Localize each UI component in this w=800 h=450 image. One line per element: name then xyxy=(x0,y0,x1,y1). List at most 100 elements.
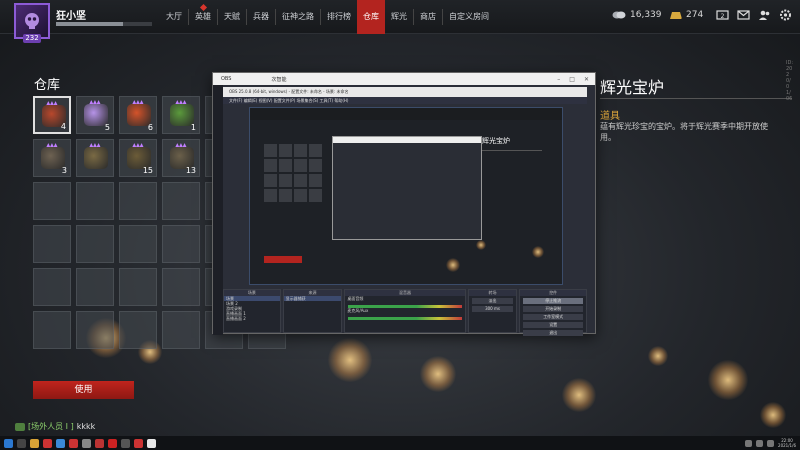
currency-gold: 274 xyxy=(668,10,703,20)
nav-label: 大厅 xyxy=(166,12,182,21)
settings-icon[interactable] xyxy=(779,9,792,21)
transition-select[interactable]: 淡出 xyxy=(471,298,514,304)
gold-amount: 274 xyxy=(686,10,704,20)
controls-dock: 控件 停止推流开始录制工作室模式设置退出 xyxy=(519,289,587,336)
close-icon[interactable]: ✕ xyxy=(584,76,589,83)
chat-speaker[interactable]: [场外人员 I ] xyxy=(28,421,74,432)
inventory-slot-gem[interactable]: ▲▲▲ 15 xyxy=(119,139,157,177)
inventory-slot-hat[interactable]: ▲▲▲ 3 xyxy=(33,139,71,177)
app-icon[interactable] xyxy=(108,438,117,448)
mail-icon[interactable]: 2 xyxy=(716,9,729,21)
inventory-slot-empty[interactable] xyxy=(119,268,157,306)
obs-titlebar[interactable]: OBS 次智能 – □ ✕ xyxy=(213,73,595,85)
bokeh-light xyxy=(446,258,460,272)
nav-label: 商店 xyxy=(420,12,436,21)
start-icon[interactable] xyxy=(4,438,13,448)
inventory-slot-empty[interactable] xyxy=(33,311,71,349)
app-icon[interactable] xyxy=(95,438,104,448)
obs-menu-bar[interactable]: 文件(F) 编辑(E) 视图(V) 配置文件(P) 场景集合(S) 工具(T) … xyxy=(223,97,587,104)
inventory-slot-empty[interactable] xyxy=(119,225,157,263)
item-quantity: 15 xyxy=(142,166,153,175)
inventory-slot-empty[interactable] xyxy=(162,182,200,220)
minimize-icon[interactable]: – xyxy=(557,76,560,83)
inventory-slot-empty[interactable] xyxy=(76,225,114,263)
obs-left-toolbar xyxy=(213,85,223,335)
nav-item-2[interactable]: 天赋 xyxy=(218,0,246,34)
obs-control-button[interactable]: 开始录制 xyxy=(523,306,583,312)
maximize-icon[interactable]: □ xyxy=(569,76,575,83)
nav-item-7[interactable]: 辉光 xyxy=(385,0,413,34)
inventory-slot-puzzle[interactable]: ▲▲▲ xyxy=(76,139,114,177)
bokeh-light xyxy=(760,402,786,428)
nav-item-5[interactable]: 排行榜 xyxy=(321,0,357,34)
app-icon[interactable] xyxy=(82,438,91,448)
obs-control-button[interactable]: 设置 xyxy=(523,322,583,328)
main-nav: 大厅 英雄 天赋 兵器 征神之路 排行榜 仓库 辉光 商店 自定义房间 xyxy=(160,0,495,34)
message-icon[interactable] xyxy=(737,9,750,21)
nav-item-4[interactable]: 征神之路 xyxy=(276,0,320,34)
item-quantity: 4 xyxy=(60,122,66,131)
clock[interactable]: 22:00 2021/1/6 xyxy=(778,438,796,448)
app-icon[interactable] xyxy=(69,438,78,448)
app-icon[interactable] xyxy=(134,438,143,448)
bokeh-light xyxy=(476,240,486,250)
controls-title: 控件 xyxy=(520,290,586,296)
inventory-slot-rabbit[interactable]: ▲▲▲ 5 xyxy=(76,96,114,134)
browser-icon[interactable] xyxy=(56,438,65,448)
nav-item-1[interactable]: 英雄 xyxy=(189,0,217,34)
volume-meter[interactable] xyxy=(348,317,462,320)
obs-control-button[interactable]: 停止推流 xyxy=(523,298,583,304)
scenes-item[interactable]: 直播画面 2 xyxy=(224,316,280,321)
nav-item-6[interactable]: 仓库 xyxy=(357,0,385,34)
clock-date: 2021/1/6 xyxy=(778,443,796,448)
network-icon[interactable] xyxy=(767,439,775,447)
app-icon[interactable] xyxy=(43,438,52,448)
inventory-slot-pot[interactable]: ▲▲▲ 1 xyxy=(162,96,200,134)
duration-field[interactable]: 300 ms xyxy=(471,306,514,312)
top-icon-group: 2 xyxy=(716,9,792,21)
tray-icon[interactable] xyxy=(756,439,764,447)
nested-use-button xyxy=(264,256,302,263)
obs-control-button[interactable]: 工作室模式 xyxy=(523,314,583,320)
item-quantity: 13 xyxy=(185,166,196,175)
nav-label: 辉光 xyxy=(391,12,407,21)
search-icon[interactable] xyxy=(17,438,26,448)
nav-item-8[interactable]: 商店 xyxy=(414,0,442,34)
obs-control-button[interactable]: 退出 xyxy=(523,330,583,336)
inventory-slot-empty[interactable] xyxy=(162,311,200,349)
inventory-slot-empty[interactable] xyxy=(119,182,157,220)
system-tray: 22:00 2021/1/6 xyxy=(745,436,796,450)
inventory-slot-empty[interactable] xyxy=(33,182,71,220)
inventory-slot-empty[interactable] xyxy=(162,268,200,306)
app-icon[interactable] xyxy=(121,438,130,448)
inventory-slot-empty[interactable] xyxy=(33,268,71,306)
inventory-slot-empty[interactable] xyxy=(76,182,114,220)
inventory-slot-torch[interactable]: ▲▲▲ 6 xyxy=(119,96,157,134)
top-bar: 232 狂小坚 大厅 英雄 天赋 兵器 征神之路 排行榜 仓库 辉光 商店 自定义房间 16,33… xyxy=(0,0,800,43)
scenes-dock: 场景 场景 场景 2 游戏录制 直播画面 1 直播画面 2 xyxy=(223,289,281,333)
inventory-slot-map[interactable]: ▲▲▲ 13 xyxy=(162,139,200,177)
inventory-slot-empty[interactable] xyxy=(76,311,114,349)
bokeh-light xyxy=(532,246,544,258)
obs-taskbar-icon[interactable] xyxy=(147,438,156,448)
nav-item-9[interactable]: 自定义房间 xyxy=(443,0,495,34)
sources-item[interactable]: 显示器捕获 xyxy=(283,296,342,301)
friends-icon[interactable] xyxy=(758,9,771,21)
tray-icon[interactable] xyxy=(745,439,753,447)
inventory-slot-empty[interactable] xyxy=(33,225,71,263)
inventory-slot-empty[interactable] xyxy=(119,311,157,349)
xp-bar xyxy=(56,22,152,26)
nav-item-0[interactable]: 大厅 xyxy=(160,0,188,34)
obs-tab[interactable]: 次智能 xyxy=(271,76,286,83)
nav-item-3[interactable]: 兵器 xyxy=(247,0,275,34)
mixer-dock: 混音器 桌面音频 麦克风/Aux xyxy=(344,289,466,333)
nav-label: 兵器 xyxy=(253,12,269,21)
chat-message: kkkk xyxy=(76,422,96,431)
folder-icon[interactable] xyxy=(30,438,39,448)
use-button[interactable]: 使用 xyxy=(33,381,134,399)
nested-topbar xyxy=(250,108,562,120)
inventory-slot-treasure-chest[interactable]: ▲▲▲ 4 xyxy=(33,96,71,134)
inventory-slot-empty[interactable] xyxy=(76,268,114,306)
bokeh-light xyxy=(562,378,596,412)
inventory-slot-empty[interactable] xyxy=(162,225,200,263)
